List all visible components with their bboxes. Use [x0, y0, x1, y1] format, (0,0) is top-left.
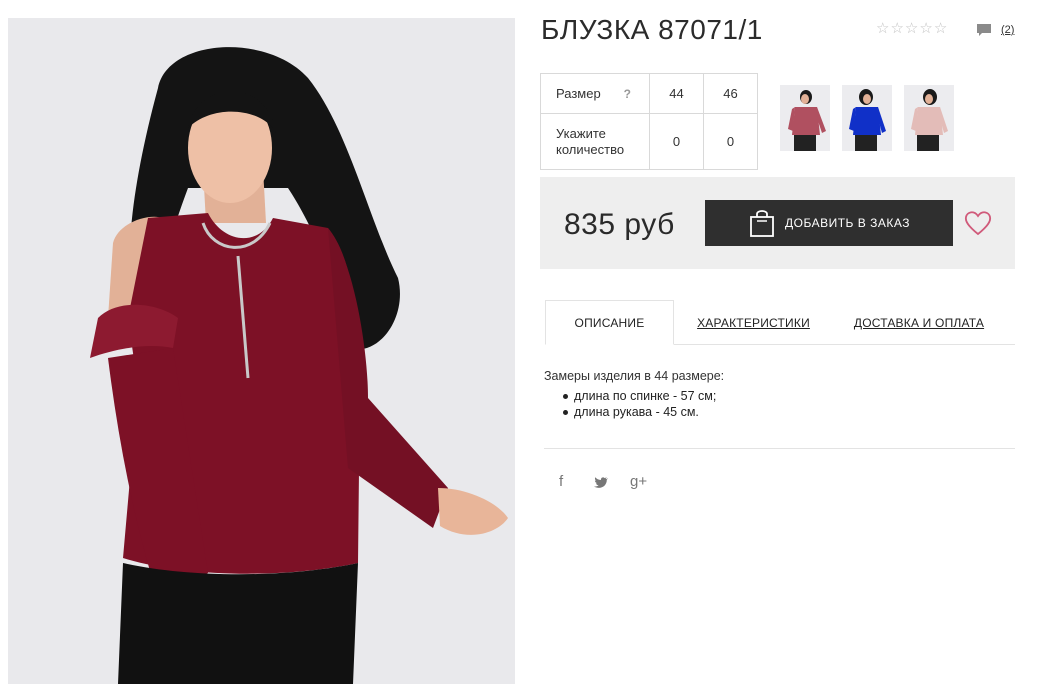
quantity-cell	[703, 113, 758, 170]
add-to-order-label: ДОБАВИТЬ В ЗАКАЗ	[785, 216, 910, 230]
size-quantity-table: Размер ? 44 46 Укажите количество	[540, 73, 758, 170]
quantity-label-line2: количество	[556, 141, 625, 157]
shopping-bag-icon	[750, 210, 774, 237]
comment-icon[interactable]	[976, 23, 992, 37]
rating-stars[interactable]: ☆ ☆ ☆ ☆ ☆	[876, 21, 947, 37]
quantity-input-44[interactable]	[656, 134, 697, 149]
size-label-cell: Размер ?	[540, 73, 650, 114]
star-icon[interactable]: ☆	[876, 21, 889, 37]
product-title: БЛУЗКА 87071/1	[541, 14, 763, 45]
tab-characteristics[interactable]: ХАРАКТЕРИСТИКИ	[690, 300, 817, 345]
size-option: 46	[703, 73, 758, 114]
star-icon[interactable]: ☆	[934, 21, 947, 37]
product-main-image[interactable]	[8, 18, 515, 684]
quantity-cell	[649, 113, 704, 170]
tab-delivery-payment[interactable]: ДОСТАВКА И ОПЛАТА	[850, 300, 988, 345]
size-help-icon[interactable]: ?	[624, 86, 631, 102]
color-variant-thumb-burgundy[interactable]	[780, 85, 830, 151]
list-item: длина рукава - 45 см.	[562, 404, 716, 420]
divider	[544, 448, 1015, 449]
description-list: длина по спинке - 57 см; длина рукава - …	[562, 388, 717, 420]
twitter-icon[interactable]	[594, 476, 609, 489]
size-label: Размер	[556, 85, 601, 101]
product-price: 835 руб	[564, 208, 675, 241]
price-panel: 835 руб ДОБАВИТЬ В ЗАКАЗ	[540, 177, 1015, 269]
color-variant-thumb-blue[interactable]	[842, 85, 892, 151]
quantity-label-line1: Укажите	[556, 125, 606, 141]
tab-description[interactable]: ОПИСАНИЕ	[545, 300, 674, 345]
star-icon[interactable]: ☆	[919, 21, 932, 37]
quantity-input-46[interactable]	[710, 134, 751, 149]
quantity-label-cell: Укажите количество	[540, 113, 650, 170]
list-item: длина по спинке - 57 см;	[562, 389, 717, 403]
description-title: Замеры изделия в 44 размере:	[544, 369, 725, 383]
star-icon[interactable]: ☆	[890, 21, 903, 37]
color-variant-thumb-pink[interactable]	[904, 85, 954, 151]
google-plus-icon[interactable]: g+	[630, 473, 647, 491]
add-to-order-button[interactable]: ДОБАВИТЬ В ЗАКАЗ	[705, 200, 953, 246]
facebook-icon[interactable]: f	[559, 473, 563, 491]
star-icon[interactable]: ☆	[905, 21, 918, 37]
size-option: 44	[649, 73, 704, 114]
comments-count-link[interactable]: (2)	[1001, 24, 1014, 36]
heart-icon[interactable]	[964, 210, 992, 236]
